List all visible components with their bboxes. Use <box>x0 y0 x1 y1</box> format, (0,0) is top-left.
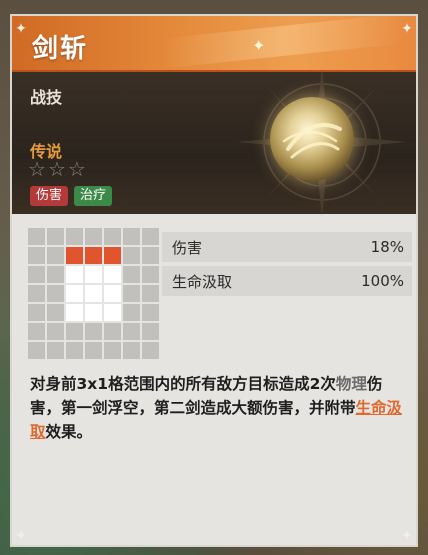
range-cell-target <box>104 247 121 264</box>
range-cell-self-area <box>85 285 102 302</box>
skill-stats: 伤害 18% 生命汲取 100% <box>162 232 412 300</box>
range-cell <box>85 342 102 359</box>
range-cell-self-area <box>85 266 102 283</box>
range-cell-self-area <box>66 285 83 302</box>
attack-range-grid <box>28 228 159 359</box>
range-cell <box>47 342 64 359</box>
keyword-physical: 物理 <box>335 375 367 393</box>
skill-hero-panel: 战技 传说 ☆ ☆ ☆ 伤害 治疗 <box>12 67 416 217</box>
range-cell <box>47 323 64 340</box>
star-icon: ☆ <box>67 157 86 181</box>
stat-label: 伤害 <box>172 238 203 257</box>
range-cell <box>123 247 140 264</box>
range-cell <box>142 266 159 283</box>
range-cell <box>142 247 159 264</box>
range-cell <box>123 323 140 340</box>
range-cell-target <box>66 247 83 264</box>
corner-ornament-icon: ✦ <box>401 528 413 544</box>
star-rating: ☆ ☆ ☆ <box>28 158 86 180</box>
range-cell-self-area <box>104 266 121 283</box>
range-cell <box>123 228 140 245</box>
star-icon: ☆ <box>47 157 66 181</box>
corner-ornament-icon: ✦ <box>15 21 27 37</box>
range-cell <box>142 228 159 245</box>
range-cell <box>47 285 64 302</box>
range-cell-self-area <box>66 266 83 283</box>
sword-slash-orb-icon <box>270 97 354 181</box>
range-cell <box>28 266 45 283</box>
skill-title: 剑斩 <box>32 34 89 64</box>
range-cell <box>123 285 140 302</box>
range-cell <box>47 266 64 283</box>
range-cell <box>28 228 45 245</box>
range-cell <box>142 304 159 321</box>
range-cell <box>47 247 64 264</box>
range-cell <box>66 323 83 340</box>
corner-ornament-icon: ✦ <box>401 21 413 37</box>
range-cell <box>104 342 121 359</box>
range-cell <box>123 342 140 359</box>
stat-row-damage: 伤害 18% <box>162 232 412 262</box>
range-cell <box>85 323 102 340</box>
header-light-streak <box>161 16 403 69</box>
corner-ornament-icon: ✦ <box>15 528 27 544</box>
tag-heal: 治疗 <box>74 186 113 206</box>
range-cell <box>28 304 45 321</box>
skill-type: 战技 <box>30 88 63 107</box>
range-cell-self-area <box>66 304 83 321</box>
stat-row-lifesteal: 生命汲取 100% <box>162 266 412 296</box>
range-cell <box>47 304 64 321</box>
range-cell <box>85 228 102 245</box>
range-cell <box>28 247 45 264</box>
range-cell <box>47 228 64 245</box>
range-cell-self-area <box>104 285 121 302</box>
range-cell <box>28 285 45 302</box>
stat-label: 生命汲取 <box>172 272 233 291</box>
range-cell <box>28 342 45 359</box>
range-cell <box>66 228 83 245</box>
range-cell <box>123 304 140 321</box>
skill-description: 对身前3x1格范围内的所有敌方目标造成2次物理伤害，第一剑浮空，第二剑造成大额伤… <box>30 372 408 444</box>
star-icon: ☆ <box>28 157 46 181</box>
stat-value: 18% <box>370 238 404 256</box>
range-cell-target <box>85 247 102 264</box>
card-header: ✦ 剑斩 <box>12 16 416 72</box>
description-text: 对身前3x1格范围内的所有敌方目标造成2次 <box>30 375 336 393</box>
range-cell <box>142 342 159 359</box>
range-cell <box>123 266 140 283</box>
range-cell <box>104 228 121 245</box>
skill-card: ✦ ✦ ✦ ✦ ✦ 剑斩 战技 传说 ☆ ☆ ☆ 伤害 治疗 伤害 18% 生命… <box>10 14 418 547</box>
range-cell <box>104 323 121 340</box>
skill-tags: 伤害 治疗 <box>30 186 113 206</box>
range-cell <box>66 342 83 359</box>
range-cell <box>142 285 159 302</box>
range-cell <box>142 323 159 340</box>
range-cell-self-area <box>104 304 121 321</box>
range-cell-self-area <box>85 304 102 321</box>
range-cell <box>28 323 45 340</box>
description-text: 效果。 <box>45 423 93 441</box>
sparkle-icon: ✦ <box>252 36 266 55</box>
stat-value: 100% <box>361 272 404 290</box>
tag-damage: 伤害 <box>30 186 69 206</box>
